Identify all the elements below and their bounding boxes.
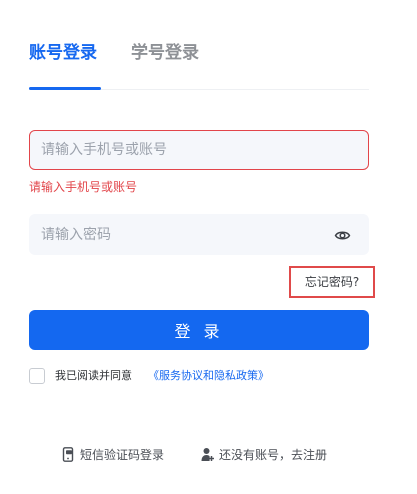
- agreement-checkbox[interactable]: [29, 368, 45, 384]
- sms-login-label: 短信验证码登录: [80, 448, 165, 462]
- tab-student-id-login[interactable]: 学号登录: [131, 42, 199, 64]
- register-label: 还没有账号，去注册: [219, 448, 328, 462]
- password-input[interactable]: [41, 215, 321, 254]
- agreement-text: 我已阅读并同意: [55, 369, 132, 382]
- account-input[interactable]: [41, 131, 321, 169]
- forgot-password-link[interactable]: 忘记密码?: [289, 266, 375, 298]
- password-field: [29, 214, 369, 255]
- user-add-icon: [201, 447, 214, 462]
- login-page: 账号登录 学号登录 请输入手机号或账号 忘记密码? 登 录 我已阅读并同意 《服…: [0, 0, 417, 494]
- eye-icon[interactable]: [334, 227, 351, 244]
- tab-account-login[interactable]: 账号登录: [29, 42, 97, 64]
- service-policy-link[interactable]: 《服务协议和隐私政策》: [148, 369, 269, 383]
- login-tabs: 账号登录 学号登录: [29, 38, 369, 90]
- account-error-message: 请输入手机号或账号: [29, 180, 138, 194]
- phone-icon: [62, 447, 75, 462]
- account-field: [29, 130, 369, 170]
- login-button[interactable]: 登 录: [29, 310, 369, 350]
- active-tab-indicator: [29, 87, 101, 90]
